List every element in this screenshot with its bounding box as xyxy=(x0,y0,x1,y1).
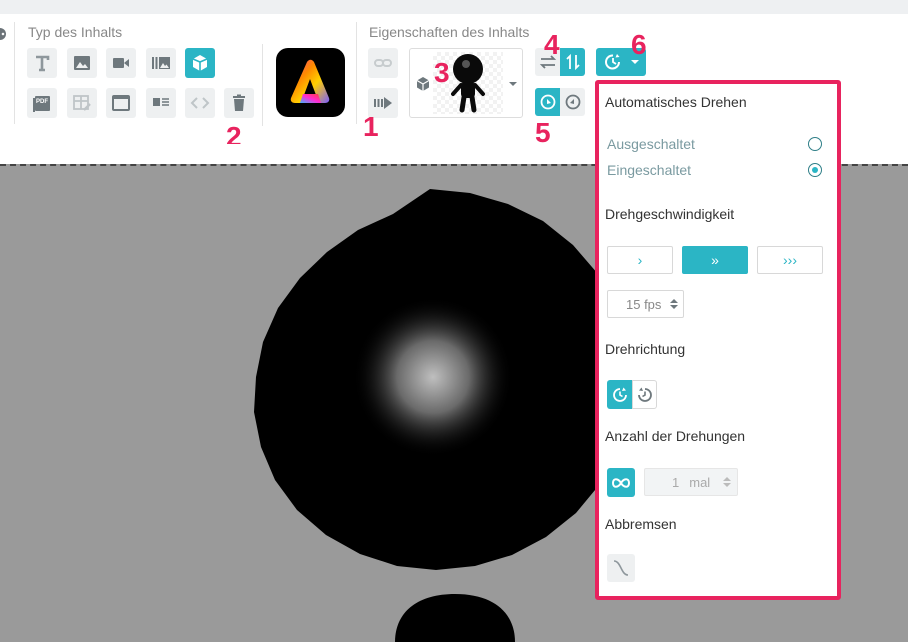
gallery-tool-button[interactable] xyxy=(146,48,176,78)
direction-title: Drehrichtung xyxy=(605,341,686,357)
infinity-icon xyxy=(611,477,631,488)
table-edit-tool-button[interactable] xyxy=(67,88,97,118)
brake-title: Abbremsen xyxy=(605,516,677,532)
3d-cube-icon xyxy=(416,77,430,91)
code-icon xyxy=(190,97,210,109)
rotate-clock-icon xyxy=(605,54,620,70)
option-off-radio[interactable] xyxy=(808,137,822,151)
window-tool-button[interactable] xyxy=(106,88,136,118)
window-icon xyxy=(112,95,130,111)
image-tool-button[interactable] xyxy=(67,48,97,78)
brake-button[interactable] xyxy=(607,554,635,582)
flip-vertical-button[interactable] xyxy=(560,48,585,76)
trash-icon xyxy=(233,94,245,111)
option-off-label[interactable]: Ausgeschaltet xyxy=(607,136,695,152)
content-props-label: Eigenschaften des Inhalts xyxy=(369,24,530,40)
3d-cube-icon xyxy=(192,55,208,71)
model-selector-dropdown[interactable] xyxy=(409,48,523,118)
pdf-icon-text: PDF xyxy=(36,99,48,105)
infinite-rotations-button[interactable] xyxy=(607,468,635,497)
card-icon xyxy=(153,98,169,106)
rotations-unit: mal xyxy=(689,474,711,490)
fps-value: 15 fps xyxy=(626,296,662,312)
table-edit-icon xyxy=(73,95,91,111)
toolbar-separator xyxy=(262,44,263,126)
rotations-title: Anzahl der Drehungen xyxy=(605,428,746,444)
gallery-icon xyxy=(152,57,170,69)
ease-curve-icon xyxy=(613,560,629,576)
callout-number: 1 xyxy=(363,111,379,142)
close-icon[interactable] xyxy=(0,28,6,40)
rotations-value: 1 xyxy=(672,474,680,490)
callout-number: 6 xyxy=(631,29,647,60)
direction-ccw-button[interactable] xyxy=(632,380,657,409)
speed-slow-button[interactable]: › xyxy=(607,246,673,274)
3d-object-tool-button[interactable] xyxy=(185,48,215,78)
stepper-arrows-icon xyxy=(670,299,678,309)
content-type-label: Typ des Inhalts xyxy=(28,24,123,40)
rotations-stepper[interactable]: 1 mal xyxy=(644,468,738,496)
chevron-down-icon xyxy=(509,82,517,86)
text-icon xyxy=(36,55,50,72)
code-tool-button[interactable] xyxy=(185,88,215,118)
link-icon xyxy=(374,59,392,67)
flip-vertical-icon xyxy=(565,53,580,71)
toolbar-separator xyxy=(356,22,357,124)
callout-number: 3 xyxy=(434,57,450,88)
rotate-counterclock-icon xyxy=(637,387,652,402)
video-tool-button[interactable] xyxy=(106,48,136,78)
option-on-radio[interactable] xyxy=(808,163,822,177)
stepper-arrows-icon xyxy=(723,477,731,487)
option-on-label[interactable]: Eingeschaltet xyxy=(607,162,691,178)
pdf-tool-button[interactable]: PDF xyxy=(27,88,57,118)
text-tool-button[interactable] xyxy=(27,48,57,78)
delete-button[interactable] xyxy=(224,88,254,118)
toolbar-top-strip xyxy=(0,0,908,14)
toolbar-separator xyxy=(14,22,15,124)
rotate-cw-button[interactable] xyxy=(535,88,560,116)
auto-rotate-title: Automatisches Drehen xyxy=(605,94,747,110)
speed-medium-button[interactable]: » xyxy=(682,246,748,274)
image-icon xyxy=(74,56,90,70)
adobe-express-logo[interactable] xyxy=(276,48,345,117)
rotate-cw-icon xyxy=(540,94,555,110)
fps-stepper[interactable]: 15 fps xyxy=(607,290,684,318)
rotate-ccw-icon xyxy=(565,94,580,110)
speed-fast-button[interactable]: ››› xyxy=(757,246,823,274)
link-button[interactable] xyxy=(368,48,398,78)
callout-number: 5 xyxy=(535,117,551,148)
direction-cw-button[interactable] xyxy=(607,380,632,409)
callout-number: 4 xyxy=(544,29,560,60)
auto-rotate-panel: Automatisches Drehen Ausgeschaltet Einge… xyxy=(595,80,841,600)
speed-title: Drehgeschwindigkeit xyxy=(605,206,735,222)
video-icon xyxy=(113,58,129,68)
rotate-ccw-button[interactable] xyxy=(560,88,585,116)
rotate-clock-icon xyxy=(612,387,627,402)
card-tool-button[interactable] xyxy=(146,88,176,118)
